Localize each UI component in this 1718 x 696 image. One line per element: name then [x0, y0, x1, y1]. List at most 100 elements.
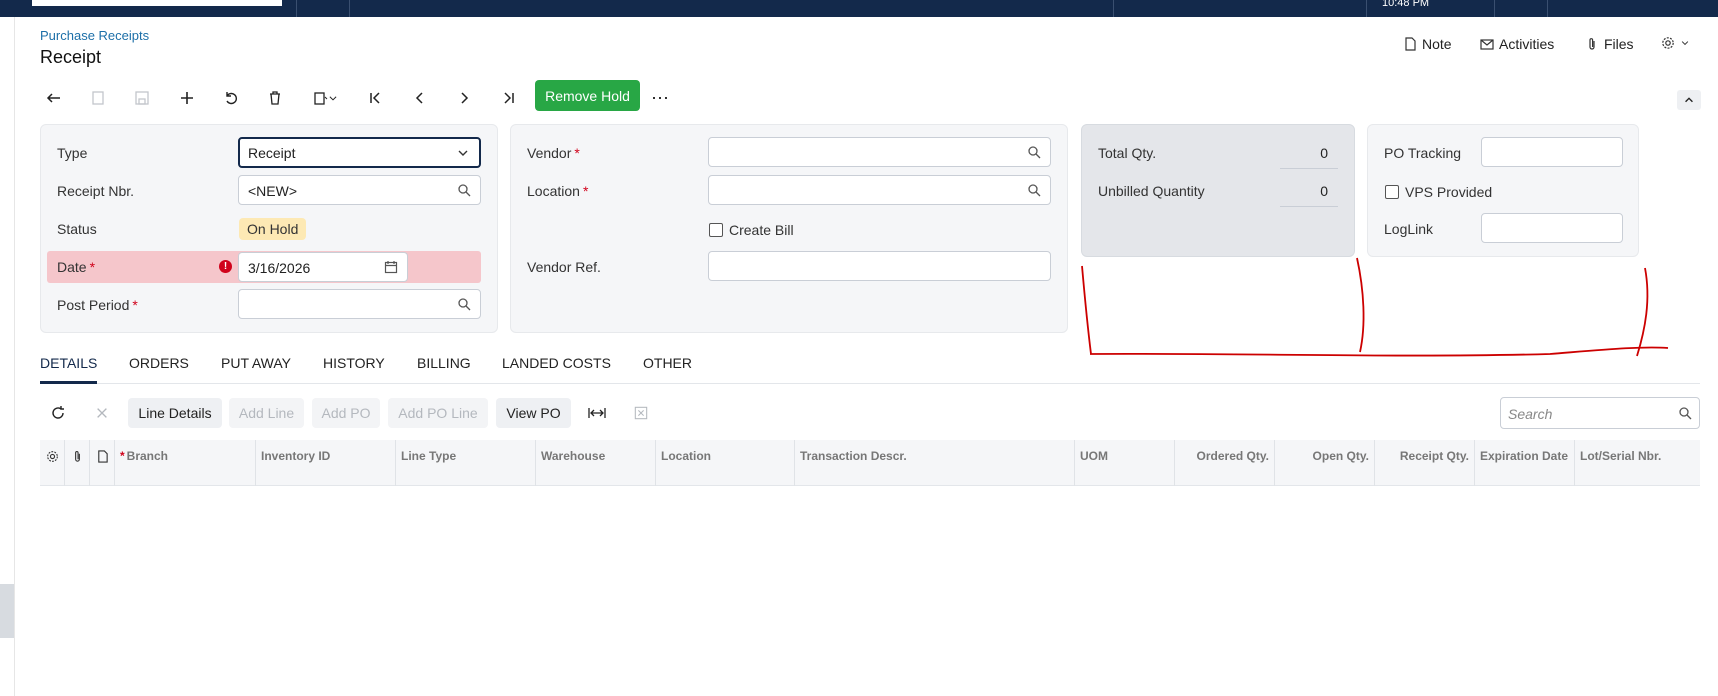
breadcrumb[interactable]: Purchase Receipts	[40, 28, 149, 43]
error-icon: !	[219, 260, 232, 273]
location-field[interactable]	[708, 175, 1051, 205]
search-icon	[1028, 146, 1041, 159]
nav-divider	[1494, 0, 1495, 17]
previous-record-button[interactable]	[406, 84, 434, 112]
delete-button[interactable]	[261, 84, 289, 112]
view-po-button[interactable]: View PO	[496, 398, 571, 428]
divider	[1280, 206, 1338, 207]
add-po-line-button[interactable]: Add PO Line	[388, 398, 488, 428]
unbilled-qty-value: 0	[1320, 183, 1328, 199]
chevron-left-icon	[415, 92, 423, 104]
nav-divider	[1113, 0, 1114, 17]
nav-divider	[1366, 0, 1367, 17]
collapse-summary-button[interactable]	[1677, 90, 1701, 110]
column-header-transaction-descr[interactable]: Transaction Descr.	[795, 440, 1075, 486]
search-icon	[458, 298, 471, 311]
fit-columns-button[interactable]	[587, 403, 607, 423]
add-po-button[interactable]: Add PO	[312, 398, 380, 428]
column-header-location[interactable]: Location	[656, 440, 795, 486]
annotation-middle-stroke	[1356, 257, 1365, 353]
type-select[interactable]: Receipt	[238, 137, 481, 168]
copy-paste-button[interactable]	[305, 84, 345, 112]
global-search-box[interactable]	[32, 0, 282, 6]
column-header-branch[interactable]: * Branch	[115, 440, 256, 486]
save-button[interactable]	[128, 84, 156, 112]
annotation-right-stroke	[1636, 267, 1649, 357]
save-close-icon	[92, 91, 104, 105]
column-header-lot-serial-nbr[interactable]: Lot/Serial Nbr.	[1575, 440, 1700, 486]
line-details-button[interactable]: Line Details	[128, 398, 222, 428]
note-icon	[97, 450, 108, 463]
type-label: Type	[57, 145, 88, 161]
tab-orders[interactable]: ORDERS	[129, 355, 189, 371]
nav-divider	[349, 0, 350, 17]
remove-hold-button[interactable]: Remove Hold	[535, 80, 640, 111]
note-icon	[1405, 37, 1416, 51]
vendor-field[interactable]	[708, 137, 1051, 167]
loglink-label: LogLink	[1384, 221, 1434, 237]
tab-other[interactable]: OTHER	[643, 355, 692, 371]
last-record-button[interactable]	[494, 84, 522, 112]
paperclip-icon	[74, 451, 80, 462]
first-record-button[interactable]	[362, 84, 390, 112]
grid-search-input[interactable]: Search	[1500, 397, 1700, 429]
tab-landed-costs[interactable]: LANDED COSTS	[502, 355, 611, 371]
tab-put-away[interactable]: PUT AWAY	[221, 355, 291, 371]
column-header-receipt-qty[interactable]: Receipt Qty.	[1375, 440, 1475, 486]
column-header-open-qty[interactable]: Open Qty.	[1275, 440, 1375, 486]
back-button[interactable]	[40, 84, 68, 112]
chevron-down-icon	[329, 96, 337, 101]
export-excel-button[interactable]	[631, 403, 651, 423]
vps-provided-checkbox[interactable]	[1385, 185, 1399, 199]
activities-button[interactable]: Activities	[1480, 36, 1554, 52]
column-header-inventory-id[interactable]: Inventory ID	[256, 440, 396, 486]
files-button[interactable]: Files	[1585, 36, 1634, 52]
location-label: Location *	[527, 183, 589, 199]
column-header-line-type[interactable]: Line Type	[396, 440, 536, 486]
vendor-label: Vendor *	[527, 145, 580, 161]
calendar-icon[interactable]	[384, 260, 398, 274]
nav-divider	[1547, 0, 1548, 17]
receipt-nbr-field[interactable]: <NEW>	[238, 175, 481, 205]
create-bill-label: Create Bill	[729, 222, 794, 238]
left-sidebar	[0, 17, 15, 696]
vendor-ref-field[interactable]	[708, 251, 1051, 281]
tab-divider	[40, 383, 1700, 384]
tab-history[interactable]: HISTORY	[323, 355, 385, 371]
divider	[1280, 168, 1338, 169]
column-header-warehouse[interactable]: Warehouse	[536, 440, 656, 486]
total-qty-label: Total Qty.	[1098, 145, 1157, 161]
trash-icon	[270, 91, 280, 105]
add-line-button[interactable]: Add Line	[229, 398, 304, 428]
date-label: Date *	[57, 259, 96, 275]
vps-provided-label: VPS Provided	[1405, 184, 1493, 200]
date-field[interactable]: 3/16/2026	[238, 252, 408, 282]
settings-menu-button[interactable]	[1661, 36, 1690, 50]
column-header-expiration-date[interactable]: Expiration Date	[1475, 440, 1575, 486]
note-button[interactable]: Note	[1403, 36, 1452, 52]
cancel-button[interactable]	[217, 84, 245, 112]
paperclip-icon	[1589, 38, 1595, 50]
add-new-button[interactable]	[173, 84, 201, 112]
discard-button[interactable]	[92, 403, 112, 423]
po-tracking-field[interactable]	[1481, 137, 1623, 167]
chevron-down-icon	[1681, 41, 1689, 46]
nav-divider	[296, 0, 297, 17]
gear-icon	[46, 451, 58, 462]
search-icon	[1679, 407, 1692, 420]
post-period-field[interactable]	[238, 289, 481, 319]
tab-billing[interactable]: BILLING	[417, 355, 471, 371]
annotation-left-stroke	[1081, 265, 1092, 355]
tab-details[interactable]: DETAILS	[40, 355, 97, 371]
refresh-button[interactable]	[48, 403, 68, 423]
create-bill-checkbox[interactable]	[709, 223, 723, 237]
next-record-button[interactable]	[450, 84, 478, 112]
more-actions-button[interactable]: ⋯	[646, 84, 674, 112]
column-header-ordered-qty[interactable]: Ordered Qty.	[1175, 440, 1275, 486]
sidebar-handle[interactable]	[0, 584, 14, 638]
loglink-field[interactable]	[1481, 213, 1623, 243]
save-close-button[interactable]	[84, 84, 112, 112]
column-header-uom[interactable]: UOM	[1075, 440, 1175, 486]
search-icon	[1028, 184, 1041, 197]
column-settings-button[interactable]	[40, 440, 65, 486]
